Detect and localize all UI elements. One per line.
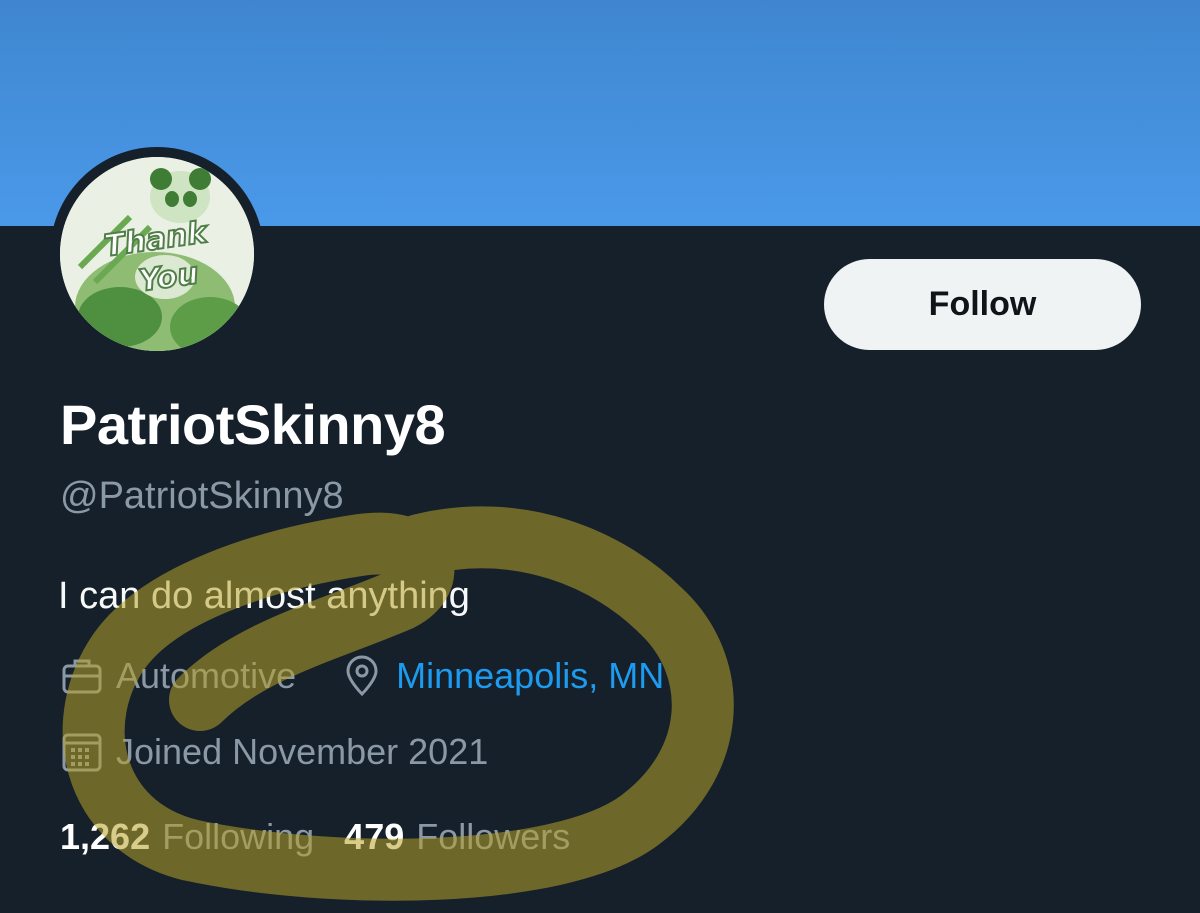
profile-joined-row: Joined November 2021 [60, 728, 488, 776]
followers-label: Followers [416, 816, 571, 857]
profile-bio: I can do almost anything [58, 575, 470, 617]
follow-button[interactable]: Follow [824, 259, 1141, 350]
joined-date: Joined November 2021 [116, 731, 489, 772]
location-link[interactable]: Minneapolis, MN [396, 655, 664, 697]
avatar[interactable]: Thank You [50, 147, 264, 361]
following-link[interactable]: 1,262 Following [60, 816, 314, 858]
location-pin-icon [340, 654, 384, 698]
user-handle: @PatriotSkinny8 [60, 475, 344, 517]
panda-thank-you-image: Thank You [60, 157, 254, 351]
profile-category-label: Automotive [116, 655, 297, 696]
following-label: Following [162, 816, 315, 857]
briefcase-icon [60, 654, 104, 698]
profile-category: Automotive [60, 654, 296, 698]
profile-meta-row: Automotive Minneapolis, MN [60, 652, 664, 700]
followers-count: 479 [344, 816, 405, 857]
profile-location: Minneapolis, MN [340, 654, 664, 698]
profile-joined: Joined November 2021 [60, 730, 488, 774]
followers-link[interactable]: 479 Followers [344, 816, 570, 858]
follow-stats: 1,262 Following 479 Followers [60, 814, 570, 860]
avatar-image: Thank You [60, 157, 254, 351]
display-name: PatriotSkinny8 [60, 393, 446, 456]
following-count: 1,262 [60, 816, 151, 857]
calendar-icon [60, 730, 104, 774]
